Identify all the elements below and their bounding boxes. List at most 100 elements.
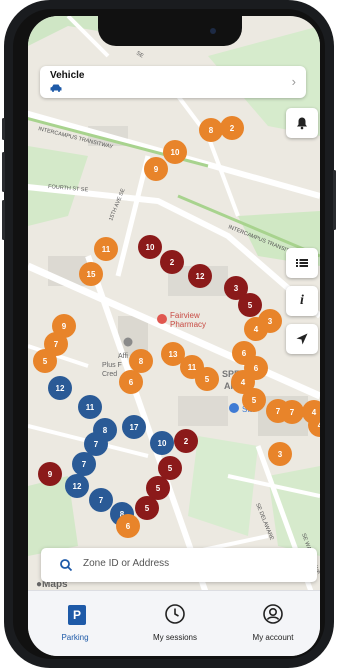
zone-marker-label: 12	[196, 272, 205, 281]
zone-marker-label: 4	[254, 325, 259, 334]
place-label: Cred	[102, 371, 117, 378]
zone-marker-label: 3	[234, 284, 239, 293]
phone-side-button	[2, 152, 5, 192]
parking-icon: P	[68, 605, 86, 625]
phone-notch	[98, 16, 242, 46]
zone-marker[interactable]: 8	[129, 349, 153, 373]
phone-side-button	[333, 170, 336, 230]
zone-marker-label: 8	[209, 126, 214, 135]
zone-marker[interactable]: 5	[135, 496, 159, 520]
zone-marker[interactable]: 12	[48, 376, 72, 400]
zone-marker-label: 5	[145, 504, 150, 513]
pharmacy-icon[interactable]	[157, 314, 167, 324]
zone-marker[interactable]: 2	[174, 429, 198, 453]
zone-marker[interactable]: 7	[89, 488, 113, 512]
zone-marker-label: 7	[290, 408, 295, 417]
locate-me-button[interactable]	[286, 324, 318, 354]
zone-marker[interactable]: 5	[242, 388, 266, 412]
zone-marker[interactable]: 15	[79, 262, 103, 286]
zone-marker-label: 17	[130, 423, 139, 432]
zone-marker-label: 5	[168, 464, 173, 473]
zone-marker[interactable]: 6	[119, 370, 143, 394]
zone-marker-label: 5	[156, 484, 161, 493]
vehicle-selector[interactable]: Vehicle ›	[40, 66, 306, 98]
zone-marker[interactable]: 11	[78, 395, 102, 419]
zone-marker[interactable]: 2	[220, 116, 244, 140]
nav-my-sessions[interactable]: My sessions	[130, 597, 220, 647]
nav-my-account[interactable]: My account	[228, 597, 318, 647]
info-button[interactable]: i	[286, 286, 318, 316]
zone-marker-label: 6	[254, 364, 259, 373]
search-icon	[60, 559, 73, 572]
zone-marker[interactable]: 9	[144, 157, 168, 181]
zone-marker[interactable]: 5	[195, 367, 219, 391]
zone-marker-label: 10	[171, 148, 180, 157]
bottom-navigation: P Parking My sessions My account	[28, 590, 320, 656]
zone-marker[interactable]: 9	[38, 462, 62, 486]
zone-marker-label: 2	[170, 258, 175, 267]
zone-marker-label: 4	[241, 378, 246, 387]
zone-marker-label: 7	[54, 340, 59, 349]
building	[178, 396, 228, 426]
zone-marker[interactable]: 7	[280, 400, 304, 424]
nav-sessions-label: My sessions	[152, 633, 197, 642]
place-label: Pharmacy	[170, 320, 206, 329]
zone-marker-label: 9	[48, 470, 53, 479]
zone-marker-label: 6	[129, 378, 134, 387]
notifications-button[interactable]	[286, 108, 318, 138]
zone-marker[interactable]: 10	[163, 140, 187, 164]
phone-side-button	[2, 118, 5, 140]
place-label: Plus F	[102, 362, 122, 369]
zone-marker-label: 12	[73, 482, 82, 491]
list-icon	[296, 259, 308, 267]
zone-marker-label: 8	[103, 426, 108, 435]
zone-marker[interactable]: 12	[65, 474, 89, 498]
zone-search-input[interactable]: Zone ID or Address	[41, 548, 317, 582]
zone-marker-label: 7	[94, 440, 99, 449]
nav-account-label: My account	[252, 633, 294, 642]
chevron-right-icon: ›	[291, 74, 296, 89]
station-icon[interactable]	[229, 403, 239, 413]
zone-marker[interactable]: 5	[158, 456, 182, 480]
clock-icon	[165, 604, 185, 624]
zone-marker[interactable]: 3	[258, 309, 282, 333]
zone-marker[interactable]: 5	[33, 349, 57, 373]
zone-marker[interactable]: 10	[150, 431, 174, 455]
park-area	[188, 436, 258, 536]
bell-icon	[297, 117, 307, 130]
zone-marker-label: 8	[139, 357, 144, 366]
zone-marker[interactable]: 11	[94, 237, 118, 261]
bank-icon[interactable]	[123, 337, 133, 347]
zone-marker[interactable]: 7	[84, 432, 108, 456]
zone-marker[interactable]: 5	[238, 293, 262, 317]
place-label: Affi	[118, 353, 128, 360]
zone-marker[interactable]: 8	[199, 118, 223, 142]
zone-marker-label: 5	[248, 301, 253, 310]
vehicle-label: Vehicle	[50, 70, 85, 81]
zone-marker-label: 6	[242, 349, 247, 358]
zone-marker-label: 5	[43, 357, 48, 366]
zone-marker-label: 2	[230, 124, 235, 133]
list-view-button[interactable]	[286, 248, 318, 278]
zone-marker-label: 4	[312, 408, 317, 417]
zone-marker-label: 13	[169, 350, 178, 359]
zone-marker-label: 11	[86, 403, 95, 412]
zone-marker-label: 10	[158, 439, 167, 448]
zone-marker-label: 2	[184, 437, 189, 446]
zone-marker-label: 3	[278, 450, 283, 459]
zone-marker-label: 11	[188, 363, 197, 372]
zone-marker-label: 5	[205, 375, 210, 384]
front-camera	[210, 28, 216, 34]
zone-marker[interactable]: 17	[122, 415, 146, 439]
street-label: SE	[135, 51, 145, 60]
zone-marker[interactable]: 3	[268, 442, 292, 466]
zone-marker[interactable]: 12	[188, 264, 212, 288]
zone-marker[interactable]: 6	[116, 514, 140, 538]
account-icon	[263, 604, 283, 624]
zone-marker[interactable]: 7	[72, 452, 96, 476]
zone-marker[interactable]: 10	[138, 235, 162, 259]
nav-parking[interactable]: P Parking	[30, 597, 120, 647]
zone-marker[interactable]: 2	[160, 250, 184, 274]
nav-parking-label: Parking	[61, 633, 89, 642]
zone-marker-label: 5	[252, 396, 257, 405]
